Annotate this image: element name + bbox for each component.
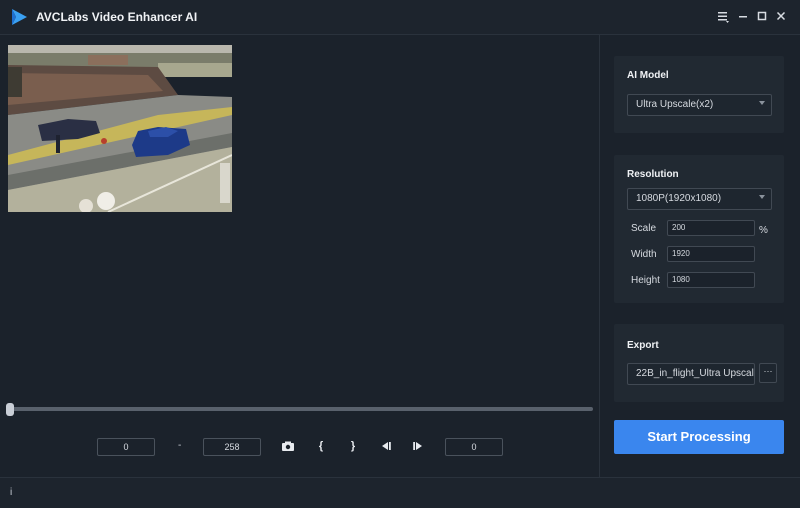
end-frame-input[interactable]: 258 <box>203 438 261 456</box>
minimize-icon[interactable] <box>735 9 751 25</box>
scale-unit: % <box>759 225 768 236</box>
status-bar: i <box>0 477 800 508</box>
maximize-icon[interactable] <box>754 9 770 25</box>
mark-in-icon[interactable]: { <box>314 439 328 453</box>
menu-icon[interactable] <box>715 9 731 25</box>
height-input[interactable]: 1080 <box>667 272 755 288</box>
export-path-input[interactable]: 22B_in_flight_Ultra Upscal <box>627 363 755 385</box>
ai-model-select[interactable]: Ultra Upscale(x2) <box>627 94 772 116</box>
width-input[interactable]: 1920 <box>667 246 755 262</box>
timeline-slider[interactable] <box>10 407 593 411</box>
scale-input[interactable]: 200 <box>667 220 755 236</box>
range-dash: - <box>178 440 182 451</box>
close-icon[interactable] <box>773 9 789 25</box>
info-icon[interactable]: i <box>10 487 12 498</box>
export-path-value: 22B_in_flight_Ultra Upscal <box>636 368 754 379</box>
scale-label: Scale <box>631 223 657 234</box>
chevron-down-icon <box>759 101 765 105</box>
next-frame-icon[interactable] <box>411 439 425 453</box>
ai-model-panel: AI Model Ultra Upscale(x2) <box>614 56 784 133</box>
width-label: Width <box>631 249 657 260</box>
timeline-handle[interactable] <box>6 403 14 416</box>
title-bar: AVCLabs Video Enhancer AI <box>0 0 800 34</box>
app-title: AVCLabs Video Enhancer AI <box>36 10 198 24</box>
start-frame-input[interactable]: 0 <box>97 438 155 456</box>
resolution-value: 1080P(1920x1080) <box>636 193 722 204</box>
export-panel: Export 22B_in_flight_Ultra Upscal ··· <box>614 324 784 402</box>
height-label: Height <box>631 275 660 286</box>
resolution-panel: Resolution 1080P(1920x1080) Scale 200 % … <box>614 155 784 303</box>
panel-divider <box>599 35 600 477</box>
video-preview <box>8 45 232 212</box>
resolution-select[interactable]: 1080P(1920x1080) <box>627 188 772 210</box>
title-divider <box>0 34 800 35</box>
camera-icon[interactable] <box>281 439 295 453</box>
browse-button[interactable]: ··· <box>759 363 777 383</box>
export-title: Export <box>627 340 659 351</box>
app-logo-icon <box>12 9 27 25</box>
current-frame-input[interactable]: 0 <box>445 438 503 456</box>
start-processing-button[interactable]: Start Processing <box>614 420 784 454</box>
resolution-title: Resolution <box>627 169 679 180</box>
prev-frame-icon[interactable] <box>379 439 393 453</box>
chevron-down-icon <box>759 195 765 199</box>
mark-out-icon[interactable]: } <box>346 439 360 453</box>
ai-model-title: AI Model <box>627 70 669 81</box>
ai-model-value: Ultra Upscale(x2) <box>636 99 714 110</box>
